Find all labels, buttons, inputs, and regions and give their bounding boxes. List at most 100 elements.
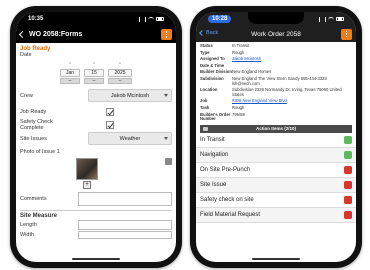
- detail-link[interactable]: #308 New England View Blvd: [232, 99, 287, 104]
- month-down-button[interactable]: –: [60, 78, 80, 84]
- notch: [68, 12, 124, 24]
- detail-link[interactable]: Jakob Mcintosh: [232, 57, 261, 62]
- complete-badge-icon[interactable]: [344, 150, 352, 159]
- safety-checkbox[interactable]: [106, 121, 114, 129]
- more-menu-button[interactable]: [161, 29, 172, 40]
- incomplete-badge-icon[interactable]: [344, 180, 352, 189]
- page-title: WO 2058:Forms: [29, 31, 83, 38]
- site-issues-select[interactable]: Weather: [88, 132, 172, 145]
- signal-icon: [139, 16, 146, 22]
- section-title: Site Measure: [20, 213, 58, 219]
- detail-row: Type Rough: [200, 50, 352, 57]
- right-screen: 10:28 Back Work Order 2058 Status In Tra…: [196, 12, 356, 262]
- year-down-button[interactable]: –: [108, 78, 132, 84]
- incomplete-badge-icon[interactable]: [344, 195, 352, 204]
- status-time: 10:28: [208, 15, 232, 23]
- detail-key: Builder's Order Number: [200, 111, 231, 122]
- details-body: Status In Transit Type Rough Assigned To Jako…: [196, 42, 356, 224]
- action-items-header[interactable]: Action Items (2/10): [200, 124, 352, 133]
- more-menu-button[interactable]: [341, 28, 352, 40]
- detail-key: Subdivision: [200, 75, 224, 81]
- month-field[interactable]: Jan: [60, 69, 80, 77]
- action-items-list: In Transit Navigation On Site Pre-Punch Sit…: [196, 133, 356, 223]
- left-screen: 10:35 WO 2058:Forms Job Ready Date ⌃ Jan…: [16, 12, 176, 262]
- crew-select[interactable]: Jakob Mcintosh: [88, 89, 172, 102]
- detail-value: New England The View Stern Sandy 555-444…: [232, 75, 327, 86]
- day-down-button[interactable]: –: [84, 78, 104, 84]
- divider: Site Measure: [20, 210, 172, 219]
- crew-value: Jakob Mcintosh: [110, 92, 150, 99]
- month-up-icon[interactable]: ⌃: [68, 62, 72, 68]
- dot-icon: [165, 36, 168, 38]
- photo-container: [20, 155, 172, 180]
- job-ready-label: Job Ready: [20, 109, 47, 115]
- collapse-icon[interactable]: [203, 126, 208, 131]
- detail-key: Assigned To: [200, 56, 225, 62]
- incomplete-badge-icon[interactable]: [344, 165, 352, 174]
- action-item[interactable]: Navigation: [196, 147, 356, 163]
- status-icons: [319, 16, 344, 22]
- app-header: WO 2058:Forms: [16, 26, 176, 43]
- detail-key: Job: [200, 98, 208, 104]
- year-up-icon[interactable]: ⌃: [118, 62, 122, 68]
- day-up-icon[interactable]: ⌃: [92, 62, 96, 68]
- action-item-label: Navigation: [200, 151, 229, 158]
- issue-photo[interactable]: [76, 158, 98, 180]
- date-picker: ⌃ Jan – ⌃ 15 – ⌃ 2025 –: [20, 62, 172, 84]
- detail-value: Subdivision 2326 Normandy Dr. Irving, Te…: [232, 87, 342, 97]
- action-item[interactable]: Safety check on site: [196, 193, 356, 208]
- detail-key: Builder Division: [200, 69, 232, 75]
- complete-badge-icon[interactable]: [344, 135, 352, 144]
- detail-row: Task Rough: [200, 105, 352, 112]
- detail-row: Date & Time: [200, 63, 352, 70]
- site-issues-row: Site Issues Weather: [20, 132, 172, 145]
- home-indicator: [72, 258, 120, 260]
- action-item-label: Site Issue: [200, 181, 227, 188]
- action-item-label: On Site Pre-Punch: [200, 166, 251, 173]
- comments-input[interactable]: [78, 192, 172, 206]
- battery-icon: [336, 17, 344, 21]
- year-column: ⌃ 2025 –: [108, 62, 132, 84]
- back-label: Back: [206, 30, 219, 36]
- detail-value: New England Homes: [232, 69, 272, 75]
- crew-row: Crew Jakob Mcintosh: [20, 89, 172, 102]
- detail-row: Location Subdivision 2326 Normandy Dr. Ir…: [200, 87, 352, 98]
- width-input[interactable]: [78, 231, 172, 239]
- action-item-label: Field Material Request: [200, 211, 261, 218]
- app-header: Back Work Order 2058: [196, 26, 356, 42]
- detail-row: Builder Division New England Homes: [200, 69, 352, 76]
- details-list: Status In Transit Type Rough Assigned To Jako…: [200, 43, 352, 123]
- detail-key: Task: [200, 104, 210, 110]
- safety-label: Safety Check Complete: [20, 119, 53, 131]
- action-items-title: Action Items (2/10): [255, 126, 296, 132]
- back-chevron-icon[interactable]: [18, 30, 27, 39]
- form-body: Job Ready Date ⌃ Jan – ⌃ 15 – ⌃ 2025 – C…: [16, 43, 176, 241]
- incomplete-badge-icon[interactable]: [344, 210, 352, 219]
- right-phone: 10:28 Back Work Order 2058 Status In Tra…: [190, 6, 362, 268]
- detail-row: Subdivision New England The View Stern Sa…: [200, 76, 352, 87]
- add-photo-button[interactable]: +: [83, 181, 91, 189]
- length-input[interactable]: [78, 220, 172, 230]
- left-phone: 10:35 WO 2058:Forms Job Ready Date ⌃ Jan…: [10, 6, 182, 268]
- year-field[interactable]: 2025: [108, 69, 132, 77]
- dot-icon: [165, 31, 168, 33]
- date-label: Date: [20, 52, 32, 58]
- dot-icon: [345, 33, 348, 35]
- job-ready-row: Job Ready: [20, 108, 172, 116]
- detail-key: Status: [200, 43, 213, 48]
- action-item-label: Safety check on site: [200, 196, 254, 203]
- detail-value: 795/88: [232, 111, 245, 117]
- site-issues-value: Weather: [119, 135, 141, 142]
- action-item[interactable]: In Transit: [196, 133, 356, 148]
- back-button[interactable]: Back: [199, 30, 219, 36]
- dot-icon: [165, 33, 168, 36]
- photo-menu-icon[interactable]: [165, 158, 172, 165]
- action-item[interactable]: Site Issue: [196, 177, 356, 193]
- day-field[interactable]: 15: [84, 69, 104, 77]
- action-item[interactable]: Field Material Request: [196, 207, 356, 223]
- day-column: ⌃ 15 –: [84, 62, 104, 84]
- detail-row: Job #308 New England View Blvd: [200, 98, 352, 105]
- job-ready-checkbox[interactable]: [106, 108, 114, 116]
- action-item[interactable]: On Site Pre-Punch: [196, 163, 356, 178]
- photo-label: Photo of Issue 1: [20, 149, 60, 155]
